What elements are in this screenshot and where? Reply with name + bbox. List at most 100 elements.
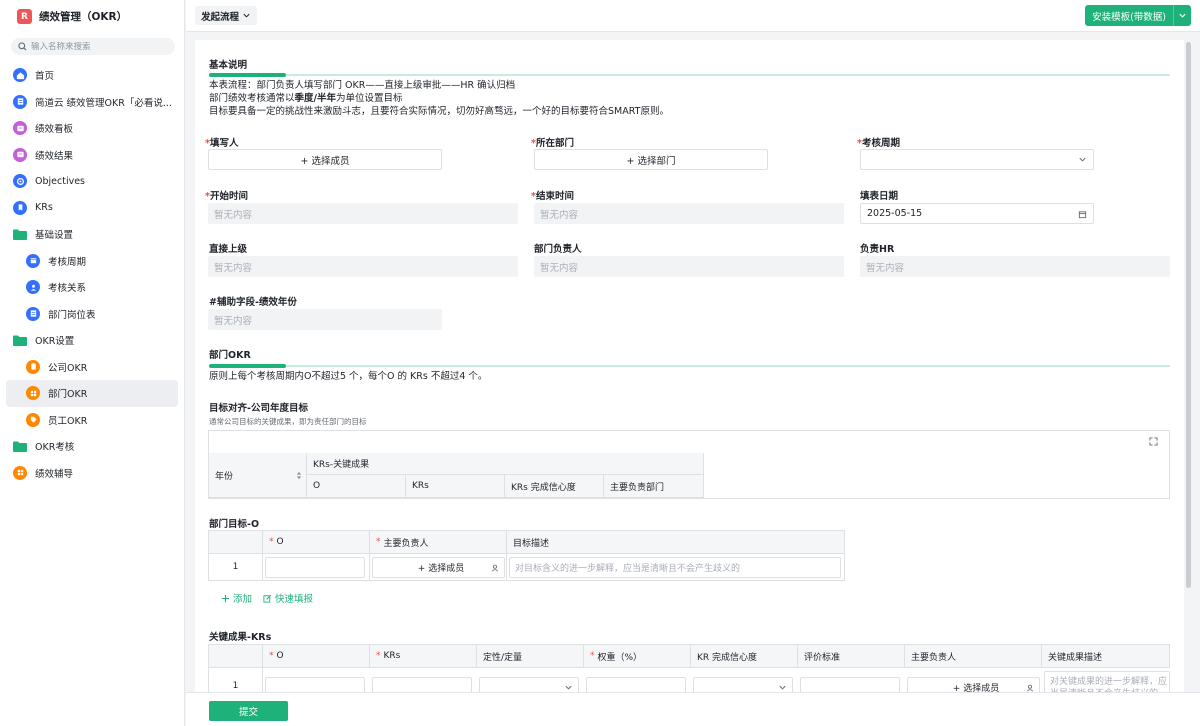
cycle-select[interactable] — [860, 149, 1094, 170]
row-number-header — [208, 644, 263, 668]
nav-item-period[interactable]: 考核周期 — [6, 248, 178, 275]
nav-label: OKR考核 — [35, 442, 75, 454]
tag-icon — [26, 412, 40, 427]
grid-icon — [13, 465, 27, 480]
user-icon — [1026, 684, 1034, 691]
folder-icon — [13, 229, 27, 240]
kr-col-owner: 主要负责人 — [905, 644, 1042, 668]
goal-desc-input[interactable]: 对目标含义的进一步解释，应当是清晰且不会产生歧义的 — [509, 557, 841, 578]
nav-label: 绩效辅导 — [35, 468, 74, 480]
install-template-button[interactable]: 安装模板(带数据) — [1085, 5, 1191, 26]
clipboard-icon — [26, 359, 40, 374]
add-label: 添加 — [233, 594, 253, 605]
section-divider — [209, 73, 1170, 77]
install-template-label[interactable]: 安装模板(带数据) — [1085, 5, 1173, 26]
goal-o-input[interactable] — [265, 557, 365, 578]
nav-item-staff-okr[interactable]: 员工OKR — [6, 407, 178, 434]
nav-item-okr-review[interactable]: OKR考核 — [6, 433, 178, 460]
nav-label: Objectives — [35, 175, 85, 187]
kr-col-krs: * KRs — [370, 644, 477, 668]
alignment-hint: 通常公司目标的关键成果，即为责任部门的目标 — [209, 417, 367, 426]
select-member-label: + 选择成员 — [417, 564, 465, 574]
edit-icon — [263, 594, 272, 603]
nav-label: 基础设置 — [35, 230, 74, 242]
row-number-header — [208, 530, 263, 554]
nav-item-dept-okr[interactable]: 部门OKR — [6, 380, 178, 407]
nav-item-positions[interactable]: 部门岗位表 — [6, 301, 178, 328]
nav-label: 简道云 绩效管理OKR「必看说... — [35, 97, 172, 109]
goal-owner-select[interactable]: + 选择成员 — [372, 557, 505, 578]
kr-type-select[interactable] — [479, 677, 579, 692]
nav-item-board[interactable]: 绩效看板 — [6, 115, 178, 142]
kr-desc-input[interactable]: 对关键成果的进一步解释，应当是清晰且不会产生歧义的 — [1044, 671, 1170, 692]
form-panel: 基本说明 本表流程：部门负责人填写部门 OKR——直接上级审批——HR 确认归档… — [195, 40, 1184, 692]
user-icon — [491, 564, 499, 571]
nav-label: 部门OKR — [48, 389, 88, 401]
nav-item-home[interactable]: 首页 — [6, 62, 178, 89]
kr-krs-input[interactable] — [372, 677, 472, 692]
key-results-table: * O * KRs 定性/定量 * 权重（%） KR 完成信心度 评价标准 主要负责人… — [208, 644, 1170, 692]
nav-label: OKR设置 — [35, 336, 75, 348]
nav-item-guide[interactable]: 简道云 绩效管理OKR「必看说... — [6, 89, 178, 116]
select-member-button[interactable]: + 选择成员 — [208, 149, 442, 170]
quick-fill-button[interactable]: 快速填报 — [263, 591, 313, 605]
nav-item-objectives[interactable]: Objectives — [6, 168, 178, 195]
document-icon — [13, 94, 27, 109]
nav-item-krs[interactable]: KRs — [6, 195, 178, 222]
user-icon — [26, 280, 40, 295]
dashboard-icon — [13, 121, 27, 136]
alignment-col-krs: KRs — [406, 475, 505, 498]
nav-item-result[interactable]: 绩效结果 — [6, 142, 178, 169]
alignment-col-dept: 主要负责部门 — [604, 475, 704, 498]
install-dropdown-button[interactable] — [1173, 5, 1191, 26]
select-member-label: + 选择成员 — [952, 684, 1000, 692]
kr-owner-select[interactable]: + 选择成员 — [907, 677, 1040, 692]
search-input[interactable] — [31, 41, 171, 52]
kr-weight-input[interactable] — [586, 677, 686, 692]
superior-field: 暂无内容 — [208, 256, 518, 277]
section-title-dept-okr: 部门OKR — [209, 350, 251, 361]
kr-confidence-select[interactable] — [693, 677, 793, 692]
nav-item-coaching[interactable]: 绩效辅导 — [6, 460, 178, 487]
select-dept-button[interactable]: + 选择部门 — [534, 149, 768, 170]
kr-criteria-input[interactable] — [800, 677, 900, 692]
nav-item-basic-settings[interactable]: 基础设置 — [6, 221, 178, 248]
expand-icon[interactable] — [1149, 437, 1158, 446]
dept-goal-col-owner: * 主要负责人 — [370, 530, 507, 554]
dept-goal-table: * O * 主要负责人 目标描述 1 + 选择成员 对目标含义的进一步解释，应当是清… — [208, 530, 846, 581]
dept-head-label: 部门负责人 — [534, 244, 582, 255]
sidebar-search[interactable] — [11, 38, 175, 55]
home-icon — [13, 68, 27, 83]
end-time-field: 暂无内容 — [534, 203, 844, 224]
nav-label: 部门岗位表 — [48, 309, 96, 321]
hr-field: 暂无内容 — [860, 256, 1170, 277]
sort-icon[interactable] — [296, 471, 302, 480]
nav-label: 公司OKR — [48, 362, 88, 374]
basic-desc-line3: 目标要具备一定的挑战性来激励斗志，且要符合实际情况，切勿好高骛远，一个好的目标要… — [209, 106, 669, 117]
dept-goal-col-desc: 目标描述 — [507, 530, 845, 554]
search-icon — [18, 42, 27, 51]
nav-item-company-okr[interactable]: 公司OKR — [6, 354, 178, 381]
nav-item-relation[interactable]: 考核关系 — [6, 274, 178, 301]
plus-icon — [221, 594, 230, 602]
section-divider — [209, 364, 1170, 368]
nav-label: 绩效结果 — [35, 150, 74, 162]
start-time-field: 暂无内容 — [208, 203, 518, 224]
start-flow-button[interactable]: 发起流程 — [195, 6, 258, 25]
submit-button[interactable]: 提交 — [209, 701, 288, 721]
sidebar: R 绩效管理（OKR） 首页 简道云 绩效管理OKR「必看说... 绩效看板 绩… — [0, 0, 185, 726]
kr-o-input[interactable] — [265, 677, 365, 692]
fill-date-input[interactable]: 2025-05-15 — [860, 203, 1094, 224]
chevron-down-icon — [565, 685, 572, 690]
basic-desc-line2: 部门绩效考核通常以季度/半年为单位设置目标 — [209, 92, 403, 105]
add-row-button[interactable]: 添加 — [221, 591, 252, 605]
chevron-down-icon — [243, 13, 250, 18]
nav-item-okr-settings[interactable]: OKR设置 — [6, 327, 178, 354]
dept-okr-rule: 原则上每个考核周期内O不超过5 个，每个O 的 KRs 不超过4 个。 — [209, 371, 488, 382]
nav-label: 考核关系 — [48, 283, 87, 295]
chevron-down-icon — [1079, 157, 1086, 162]
scrollbar-thumb[interactable] — [1186, 42, 1191, 588]
kr-col-desc: 关键成果描述 — [1042, 644, 1170, 668]
alignment-col-year[interactable]: 年份 — [209, 453, 307, 498]
app-title: 绩效管理（OKR） — [39, 11, 128, 23]
